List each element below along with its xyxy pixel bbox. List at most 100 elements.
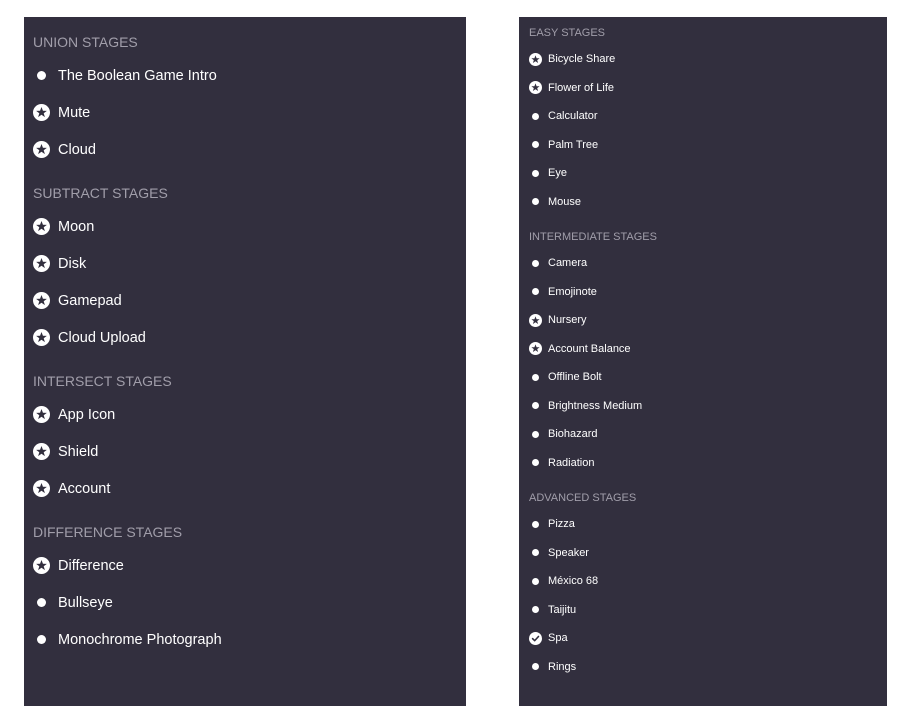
stage-item-nursery[interactable]: Nursery <box>529 306 877 335</box>
stage-label: Account Balance <box>548 342 631 355</box>
star-badge-icon <box>33 406 50 423</box>
stage-label: Radiation <box>548 456 595 469</box>
stage-list-panel-left: UNION STAGES The Boolean Game Intro Mute Cl… <box>24 17 466 706</box>
section-title: UNION STAGES <box>33 34 138 50</box>
stage-item-app-icon[interactable]: App Icon <box>33 396 457 433</box>
stage-section-intermediate-stages: INTERMEDIATE STAGES Camera Emojinote Nurser… <box>529 230 877 477</box>
section-title: ADVANCED STAGES <box>529 492 637 504</box>
stage-label: Account <box>58 480 111 497</box>
stage-list: App Icon Shield Account <box>33 396 457 507</box>
stage-item-flower-of-life[interactable]: Flower of Life <box>529 74 877 103</box>
dot-icon <box>529 660 542 673</box>
stage-label: Speaker <box>548 546 589 559</box>
dot-icon <box>529 257 542 270</box>
stage-label: Eye <box>548 167 567 180</box>
stage-label: Emojinote <box>548 285 597 298</box>
section-title: EASY STAGES <box>529 27 606 39</box>
dot-icon <box>529 456 542 469</box>
stage-item-difference[interactable]: Difference <box>33 547 457 584</box>
stage-label: Mouse <box>548 195 582 208</box>
stage-item-offline-bolt[interactable]: Offline Bolt <box>529 363 877 392</box>
stage-item-moon[interactable]: Moon <box>33 208 457 245</box>
stage-list-panel-right: EASY STAGES Bicycle Share Flower of Life Ca… <box>519 17 887 706</box>
dot-icon <box>33 67 50 84</box>
stage-item-account[interactable]: Account <box>33 470 457 507</box>
stage-item-eye[interactable]: Eye <box>529 159 877 188</box>
stage-label: México 68 <box>548 575 599 588</box>
section-title: INTERMEDIATE STAGES <box>529 231 657 243</box>
stage-item-taijitu[interactable]: Taijitu <box>529 596 877 625</box>
stage-label: Taijitu <box>548 603 577 616</box>
check-circle-icon <box>529 631 542 645</box>
section-title: INTERSECT STAGES <box>33 373 172 389</box>
stage-item-monochrome-photograph[interactable]: Monochrome Photograph <box>33 621 457 658</box>
stage-label: Offline Bolt <box>548 371 602 384</box>
stage-label: Flower of Life <box>548 81 615 94</box>
stage-label: Cloud Upload <box>58 329 146 346</box>
stage-label: Monochrome Photograph <box>58 631 222 648</box>
stage-item-mouse[interactable]: Mouse <box>529 188 877 217</box>
stage-section-union-stages: UNION STAGES The Boolean Game Intro Mute Cl… <box>33 31 457 168</box>
stage-label: Cloud <box>58 141 96 158</box>
stage-item-account-balance[interactable]: Account Balance <box>529 335 877 364</box>
stage-item-cloud-upload[interactable]: Cloud Upload <box>33 319 457 356</box>
stage-label: The Boolean Game Intro <box>58 67 217 84</box>
stage-label: Gamepad <box>58 292 122 309</box>
stage-section-advanced-stages: ADVANCED STAGES Pizza Speaker México 68 Taij… <box>529 491 877 681</box>
stage-item-mute[interactable]: Mute <box>33 94 457 131</box>
stage-section-subtract-stages: SUBTRACT STAGES Moon Disk Gamepad Cloud Uplo… <box>33 182 457 356</box>
stage-item-calculator[interactable]: Calculator <box>529 102 877 131</box>
dot-icon <box>529 603 542 616</box>
stage-label: Rings <box>548 660 577 673</box>
stage-item-rings[interactable]: Rings <box>529 653 877 682</box>
section-title: SUBTRACT STAGES <box>33 185 168 201</box>
section-title: DIFFERENCE STAGES <box>33 524 183 540</box>
star-badge-icon <box>529 342 542 356</box>
stage-item-the-boolean-game-intro[interactable]: The Boolean Game Intro <box>33 57 457 94</box>
dot-icon <box>33 594 50 611</box>
stage-item-palm-tree[interactable]: Palm Tree <box>529 131 877 160</box>
stage-list: Moon Disk Gamepad Cloud Upload <box>33 208 457 356</box>
dot-icon <box>529 546 542 559</box>
stage-label: Bicycle Share <box>548 53 616 66</box>
stage-label: Mute <box>58 104 91 121</box>
stage-section-intersect-stages: INTERSECT STAGES App Icon Shield Account <box>33 370 457 507</box>
star-badge-icon <box>33 480 50 497</box>
stage-list: Camera Emojinote Nursery Account Balance Off… <box>529 249 877 477</box>
stage-item-bicycle-share[interactable]: Bicycle Share <box>529 45 877 74</box>
dot-icon <box>529 195 542 208</box>
stage-label: Palm Tree <box>548 138 599 151</box>
stage-item-emojinote[interactable]: Emojinote <box>529 278 877 307</box>
stage-list: Bicycle Share Flower of Life Calculator Pal… <box>529 45 877 216</box>
stage-item-shield[interactable]: Shield <box>33 433 457 470</box>
stage-item-brightness-medium[interactable]: Brightness Medium <box>529 392 877 421</box>
stage-item-biohazard[interactable]: Biohazard <box>529 420 877 449</box>
dot-icon <box>529 167 542 180</box>
stage-label: Moon <box>58 218 95 235</box>
dot-icon <box>529 399 542 412</box>
dot-icon <box>529 285 542 298</box>
stage-item-gamepad[interactable]: Gamepad <box>33 282 457 319</box>
stage-item-spa[interactable]: Spa <box>529 624 877 653</box>
stage-item-radiation[interactable]: Radiation <box>529 449 877 478</box>
stage-label: Brightness Medium <box>548 399 643 412</box>
stage-item-speaker[interactable]: Speaker <box>529 539 877 568</box>
dot-icon <box>529 428 542 441</box>
star-badge-icon <box>33 104 50 121</box>
stage-list: The Boolean Game Intro Mute Cloud <box>33 57 457 168</box>
dot-icon <box>529 138 542 151</box>
stage-item-camera[interactable]: Camera <box>529 249 877 278</box>
stage-label: Calculator <box>548 110 598 123</box>
stage-item-bullseye[interactable]: Bullseye <box>33 584 457 621</box>
stage-label: App Icon <box>58 406 116 423</box>
stage-item-pizza[interactable]: Pizza <box>529 510 877 539</box>
stage-item-cloud[interactable]: Cloud <box>33 131 457 168</box>
dot-icon <box>529 575 542 588</box>
star-badge-icon <box>529 52 542 66</box>
stage-label: Camera <box>548 257 588 270</box>
stage-item-mexico-68[interactable]: México 68 <box>529 567 877 596</box>
stage-label: Biohazard <box>548 428 598 441</box>
stage-item-disk[interactable]: Disk <box>33 245 457 282</box>
stage-label: Bullseye <box>58 594 113 611</box>
stage-label: Nursery <box>548 314 587 327</box>
